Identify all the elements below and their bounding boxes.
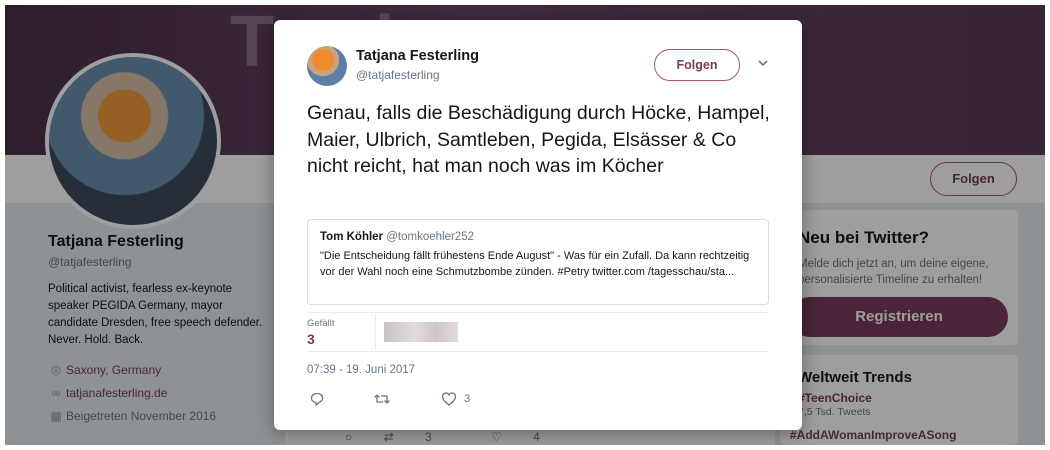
quote-author-handle: @tomkoehler252 — [386, 231, 474, 243]
likes-label: Gefällt — [307, 318, 335, 329]
heart-icon — [441, 392, 457, 406]
tweet-actions: 3 — [307, 390, 507, 410]
divider — [375, 314, 376, 350]
profile-page: To d . Folgen Tatjana Festerling @tatjaf… — [5, 5, 1045, 445]
divider — [307, 312, 769, 313]
tweet-timestamp[interactable]: 07:39 - 19. Juni 2017 — [307, 364, 415, 376]
quote-text: "Die Entscheidung fällt frühestens Ende … — [320, 250, 750, 278]
follow-button[interactable]: Folgen — [654, 49, 740, 81]
author-avatar[interactable] — [307, 46, 347, 86]
tweet-modal: Tatjana Festerling @tatjafesterling Folg… — [274, 20, 802, 430]
retweet-icon[interactable] — [373, 390, 391, 408]
quote-author: Tom Köhler @tomkoehler252 — [320, 231, 474, 243]
author-name[interactable]: Tatjana Festerling — [356, 48, 479, 64]
quote-author-name: Tom Köhler — [320, 231, 384, 243]
tweet-text: Genau, falls die Beschädigung durch Höck… — [307, 102, 770, 177]
divider — [307, 351, 769, 352]
quoted-tweet[interactable]: Tom Köhler @tomkoehler252 "Die Entscheid… — [307, 219, 769, 305]
reply-icon[interactable] — [309, 390, 325, 408]
like-count: 3 — [464, 393, 471, 405]
chevron-down-icon[interactable] — [756, 56, 770, 70]
liker-avatars[interactable] — [384, 322, 458, 342]
author-handle[interactable]: @tatjafesterling — [356, 68, 440, 82]
likes-count[interactable]: 3 — [307, 331, 315, 347]
like-action[interactable]: 3 — [441, 390, 481, 408]
